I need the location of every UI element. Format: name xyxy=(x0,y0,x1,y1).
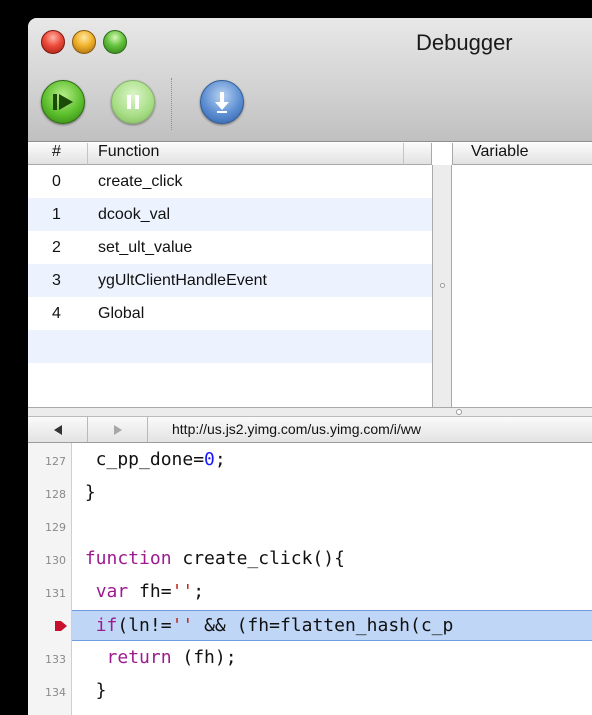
toolbar: Debugger xyxy=(28,18,592,142)
pause-button[interactable] xyxy=(111,80,155,124)
stack-frame-function: create_click xyxy=(98,173,183,190)
variables-pane xyxy=(452,165,592,407)
column-header-variable[interactable]: Variable xyxy=(452,143,592,165)
code-line[interactable]: function create_click(){ xyxy=(72,544,592,575)
forward-button[interactable] xyxy=(88,417,148,442)
splitter-handle-icon xyxy=(440,283,445,288)
back-triangle-icon xyxy=(53,424,62,435)
pause-icon xyxy=(127,95,139,109)
current-code-line[interactable]: if(ln!='' && (fh=flatten_hash(c_p xyxy=(72,610,592,641)
source-nav-bar: http://us.js2.yimg.com/us.yimg.com/i/ww xyxy=(28,417,592,443)
stack-row[interactable]: 1 dcook_val xyxy=(28,198,432,231)
vertical-splitter[interactable] xyxy=(432,165,452,407)
column-header-number[interactable]: # xyxy=(28,143,88,165)
source-url[interactable]: http://us.js2.yimg.com/us.yimg.com/i/ww xyxy=(172,421,421,437)
debugger-window: Debugger # Function Variable 0 create_cl… xyxy=(28,18,592,715)
window-title: Debugger xyxy=(416,30,513,55)
call-stack-table: # Function Variable 0 create_click 1 dco… xyxy=(28,143,592,407)
code-line[interactable]: c_pp_done=0; xyxy=(72,445,592,476)
stack-frame-function: dcook_val xyxy=(98,206,171,223)
line-number[interactable]: 131 xyxy=(28,577,72,608)
step-button[interactable] xyxy=(200,80,244,124)
stack-frame-function: Global xyxy=(98,305,145,322)
line-number[interactable]: 129 xyxy=(28,511,72,542)
stack-frame-number: 1 xyxy=(52,206,61,223)
stack-row[interactable]: 2 set_ult_value xyxy=(28,231,432,264)
stack-row[interactable]: 0 create_click xyxy=(28,165,432,198)
line-number[interactable] xyxy=(28,610,72,641)
forward-triangle-icon xyxy=(113,424,122,435)
code-line[interactable]: return (fh); xyxy=(72,643,592,674)
code-line[interactable]: } xyxy=(72,676,592,707)
line-number[interactable]: 130 xyxy=(28,544,72,575)
stack-frame-number: 4 xyxy=(52,305,61,322)
line-number[interactable]: 128 xyxy=(28,478,72,509)
stack-frame-number: 2 xyxy=(52,239,61,256)
play-icon xyxy=(53,94,73,110)
zoom-window-button[interactable] xyxy=(103,30,127,54)
minimize-window-button[interactable] xyxy=(72,30,96,54)
column-header-spacer xyxy=(404,143,432,165)
line-number[interactable]: 133 xyxy=(28,643,72,674)
stack-row[interactable]: 4 Global xyxy=(28,297,432,330)
stack-row-empty xyxy=(28,330,432,363)
splitter-handle-icon xyxy=(456,409,462,415)
stack-frame-number: 0 xyxy=(52,173,61,190)
close-window-button[interactable] xyxy=(41,30,65,54)
line-number[interactable]: 127 xyxy=(28,445,72,476)
code-line[interactable]: var fh=''; xyxy=(72,577,592,608)
code-line[interactable] xyxy=(72,511,592,542)
back-button[interactable] xyxy=(28,417,88,442)
stack-frame-function: set_ult_value xyxy=(98,239,193,256)
source-code-view: 127 c_pp_done=0; 128 } 129 130 function cre… xyxy=(28,443,592,715)
stack-row[interactable]: 3 ygUltClientHandleEvent xyxy=(28,264,432,297)
code-line[interactable]: } xyxy=(72,478,592,509)
toolbar-separator xyxy=(171,78,172,130)
column-header-function[interactable]: Function xyxy=(88,143,404,165)
continue-button[interactable] xyxy=(41,80,85,124)
stack-frame-function: ygUltClientHandleEvent xyxy=(98,272,267,289)
horizontal-splitter[interactable] xyxy=(28,407,592,417)
step-into-icon xyxy=(215,92,229,113)
stack-frame-number: 3 xyxy=(52,272,61,289)
line-number[interactable]: 134 xyxy=(28,676,72,707)
